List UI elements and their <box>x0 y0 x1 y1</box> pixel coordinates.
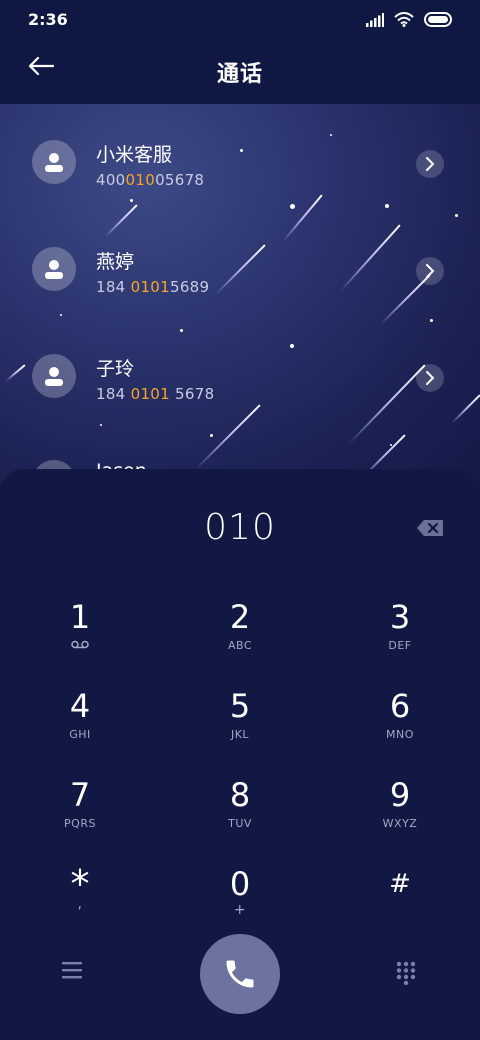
contact-name: 燕婷 <box>96 251 135 273</box>
contact-name: 小米客服 <box>96 144 173 166</box>
signal-icon <box>366 12 384 27</box>
contact-details-button[interactable] <box>416 150 444 178</box>
person-icon <box>45 367 63 386</box>
dial-key-9[interactable]: 9 WXYZ <box>340 777 460 857</box>
backspace-button[interactable] <box>416 519 444 539</box>
person-icon <box>45 153 63 172</box>
contacts-background: 小米客服 40001005678 燕婷 184 01015689 子玲 184 … <box>0 104 480 484</box>
dial-key-2[interactable]: 2 ABC <box>180 599 300 679</box>
status-icons <box>366 12 454 27</box>
app-header: 通话 <box>0 40 480 104</box>
dial-key-1[interactable]: 1 <box>20 599 140 679</box>
call-button[interactable] <box>200 934 280 1014</box>
person-icon <box>45 260 63 279</box>
matched-digits: 010 <box>125 171 156 189</box>
menu-icon <box>62 962 82 979</box>
status-time: 2:36 <box>28 10 68 29</box>
chevron-right-icon <box>426 371 435 385</box>
avatar <box>32 140 76 184</box>
dialed-number: 010 <box>204 507 276 548</box>
dial-key-5[interactable]: 5 JKL <box>180 688 300 768</box>
phone-icon <box>226 960 254 988</box>
contact-list-item[interactable]: 燕婷 184 01015689 <box>0 217 480 307</box>
contact-details-button[interactable] <box>416 257 444 285</box>
contact-number: 184 0101 5678 <box>96 385 215 403</box>
avatar <box>32 247 76 291</box>
contact-details-button[interactable] <box>416 364 444 392</box>
status-bar: 2:36 <box>0 0 480 40</box>
dialpad-icon <box>396 961 416 986</box>
dial-key-star[interactable]: * , <box>20 865 140 946</box>
dialpad-toggle-button[interactable] <box>396 961 418 986</box>
dial-key-8[interactable]: 8 TUV <box>180 777 300 857</box>
avatar <box>32 354 76 398</box>
contact-number: 40001005678 <box>96 171 205 189</box>
dialpad-panel: 010 1 2 ABC 3 DEF 4 GHI 5 JKL 6 MNO 7 PQ… <box>0 469 480 1040</box>
voicemail-icon <box>20 639 140 652</box>
contact-name: 子玲 <box>96 358 135 380</box>
battery-icon <box>424 12 452 27</box>
menu-button[interactable] <box>62 961 86 981</box>
backspace-icon <box>417 520 443 536</box>
dial-key-hash[interactable]: # <box>340 866 460 946</box>
dial-key-6[interactable]: 6 MNO <box>340 688 460 768</box>
matched-digits: 0101 <box>130 278 170 296</box>
matched-digits: 0101 <box>130 385 170 403</box>
contact-number: 184 01015689 <box>96 278 210 296</box>
dial-key-7[interactable]: 7 PQRS <box>20 777 140 857</box>
chevron-right-icon <box>426 157 435 171</box>
contact-list-item[interactable]: 子玲 184 0101 5678 <box>0 324 480 414</box>
page-title: 通话 <box>216 62 263 87</box>
dial-key-4[interactable]: 4 GHI <box>20 688 140 768</box>
contact-list-item[interactable]: 小米客服 40001005678 <box>0 110 480 200</box>
chevron-right-icon <box>426 264 435 278</box>
dial-key-3[interactable]: 3 DEF <box>340 599 460 679</box>
wifi-icon <box>394 12 414 27</box>
